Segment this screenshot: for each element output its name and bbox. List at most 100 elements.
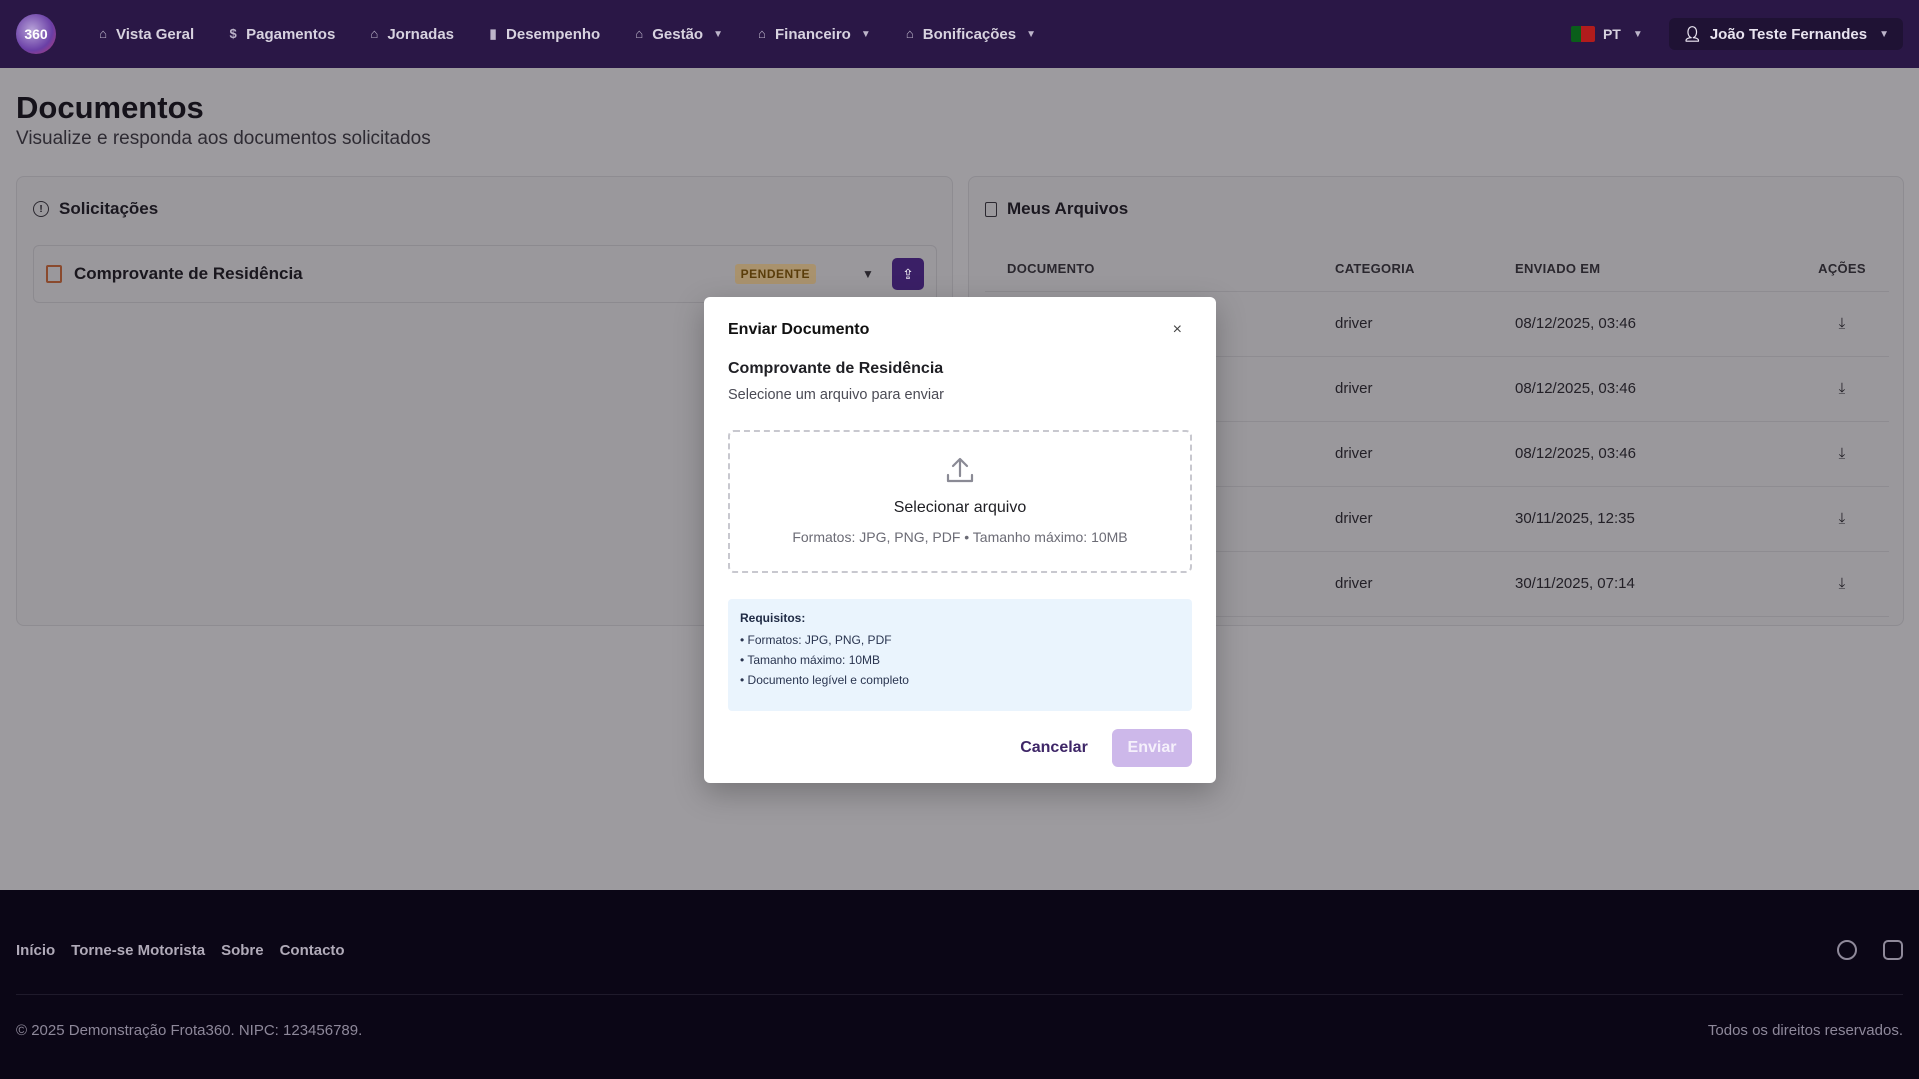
chevron-down-icon: ▼ — [1879, 28, 1889, 40]
download-icon[interactable]: ⤓ — [1795, 291, 1889, 357]
column-header-document: DOCUMENTO — [985, 247, 1335, 292]
top-navbar: 360 ⌂ Vista Geral $ Pagamentos ⌂ Jornada… — [0, 0, 1919, 68]
user-name: João Teste Fernandes — [1709, 25, 1868, 43]
nav-item-label: Financeiro — [774, 25, 851, 43]
dropzone-hint: Formatos: JPG, PNG, PDF • Tamanho máximo… — [792, 529, 1128, 545]
nav-item-bonificacoes[interactable]: ⌂ Bonificações ▼ — [887, 0, 1052, 68]
request-item-title: Comprovante de Residência — [74, 264, 303, 283]
home-icon: ⌂ — [758, 26, 766, 41]
requirement-item: • Documento legível e completo — [740, 673, 909, 687]
download-icon[interactable]: ⤓ — [1795, 486, 1889, 552]
dropzone-label: Selecionar arquivo — [893, 499, 1027, 516]
upload-icon — [945, 456, 975, 491]
language-label: PT — [1602, 26, 1621, 42]
user-menu-button[interactable]: 👤︎ João Teste Fernandes ▼ — [1668, 18, 1903, 50]
requirements-box: Requisitos: • Formatos: JPG, PNG, PDF • … — [728, 599, 1192, 711]
column-header-actions: AÇÕES — [1795, 247, 1889, 292]
footer-link-torne-se-motorista[interactable]: Torne-se Motorista — [71, 942, 205, 959]
chevron-down-icon: ▼ — [860, 28, 871, 40]
my-files-card-title: Meus Arquivos — [1007, 199, 1129, 218]
cell-sent-at: 30/11/2025, 12:35 — [1515, 486, 1795, 552]
copyright: © 2025 Demonstração Frota360. NIPC: 1234… — [16, 1022, 363, 1039]
nav-item-jornadas[interactable]: ⌂ Jornadas — [351, 0, 470, 68]
column-header-category: CATEGORIA — [1335, 247, 1515, 292]
requests-card-title: Solicitações — [59, 199, 159, 218]
nav-item-label: Bonificações — [922, 25, 1017, 43]
portugal-flag-icon — [1570, 26, 1595, 42]
file-icon — [985, 201, 997, 217]
footer-link-sobre[interactable]: Sobre — [221, 942, 264, 959]
modal-title: Enviar Documento — [728, 321, 870, 338]
my-files-card-header: Meus Arquivos — [969, 177, 1903, 241]
info-icon: ! — [33, 201, 49, 217]
cell-sent-at: 08/12/2025, 03:46 — [1515, 421, 1795, 487]
requirement-item: • Formatos: JPG, PNG, PDF — [740, 633, 892, 647]
home-icon: ⌂ — [905, 26, 914, 41]
cell-category: driver — [1335, 421, 1515, 487]
download-icon[interactable]: ⤓ — [1795, 551, 1889, 617]
download-icon[interactable]: ⤓ — [1795, 421, 1889, 487]
footer: Início Torne-se Motorista Sobre Contacto… — [0, 890, 1919, 1079]
nav-item-financeiro[interactable]: ⌂ Financeiro ▼ — [739, 0, 887, 68]
cell-category: driver — [1335, 291, 1515, 357]
table-header-row: DOCUMENTO CATEGORIA ENVIADO EM AÇÕES — [985, 247, 1889, 292]
cell-category: driver — [1335, 486, 1515, 552]
footer-links: Início Torne-se Motorista Sobre Contacto — [16, 942, 345, 959]
cell-sent-at: 30/11/2025, 07:14 — [1515, 551, 1795, 617]
requirement-item: • Tamanho máximo: 10MB — [740, 653, 881, 667]
logo-text: 360 — [24, 26, 48, 42]
download-icon[interactable]: ⤓ — [1795, 356, 1889, 422]
modal-document-name: Comprovante de Residência — [728, 360, 944, 377]
rights-reserved: Todos os direitos reservados. — [1707, 1022, 1903, 1039]
home-icon: ⌂ — [99, 26, 107, 41]
nav-item-label: Gestão — [652, 25, 704, 43]
expand-chevron-button[interactable]: ▼ — [856, 267, 880, 281]
user-icon: 👤︎ — [1682, 26, 1702, 43]
footer-divider — [16, 994, 1903, 995]
requests-card-header: ! Solicitações — [17, 177, 952, 241]
nav-item-label: Desempenho — [506, 25, 601, 43]
home-icon: ⌂ — [370, 26, 379, 41]
close-icon[interactable]: × — [1173, 321, 1182, 339]
file-dropzone[interactable]: Selecionar arquivo Formatos: JPG, PNG, P… — [728, 430, 1192, 573]
document-icon — [46, 265, 62, 283]
chevron-down-icon: ▼ — [1632, 28, 1643, 40]
nav-item-desempenho[interactable]: ▮ Desempenho — [470, 0, 616, 68]
dollar-icon: $ — [229, 26, 237, 41]
upload-document-modal: Enviar Documento × Comprovante de Residê… — [704, 297, 1216, 783]
footer-link-contacto[interactable]: Contacto — [280, 942, 345, 959]
nav-item-pagamentos[interactable]: $ Pagamentos — [210, 0, 351, 68]
nav-item-vista-geral[interactable]: ⌂ Vista Geral — [80, 0, 210, 68]
cancel-button[interactable]: Cancelar — [1008, 729, 1100, 767]
status-badge: PENDENTE — [734, 264, 816, 284]
main-nav: ⌂ Vista Geral $ Pagamentos ⌂ Jornadas ▮ … — [80, 0, 1052, 68]
request-item[interactable]: Comprovante de Residência PENDENTE ▼ ⇪ — [33, 245, 937, 303]
social-links — [1837, 940, 1903, 960]
upload-button[interactable]: ⇪ — [892, 258, 924, 290]
submit-button[interactable]: Enviar — [1112, 729, 1192, 767]
chevron-down-icon: ▼ — [1026, 28, 1037, 40]
nav-item-label: Pagamentos — [246, 25, 336, 43]
nav-right-tools: PT ▼ 👤︎ João Teste Fernandes ▼ — [1561, 18, 1903, 50]
requirements-title: Requisitos: — [740, 611, 806, 625]
page-title: Documentos — [16, 90, 204, 125]
upload-icon: ⇪ — [902, 265, 914, 282]
nav-item-gestao[interactable]: ⌂ Gestão ▼ — [616, 0, 739, 68]
language-selector[interactable]: PT ▼ — [1561, 18, 1653, 50]
facebook-icon[interactable] — [1837, 940, 1857, 960]
footer-link-inicio[interactable]: Início — [16, 942, 55, 959]
chevron-down-icon: ▼ — [713, 28, 723, 40]
cell-sent-at: 08/12/2025, 03:46 — [1515, 356, 1795, 422]
page-subtitle: Visualize e responda aos documentos soli… — [16, 128, 431, 149]
instagram-icon[interactable] — [1883, 940, 1903, 960]
cell-category: driver — [1335, 356, 1515, 422]
cell-sent-at: 08/12/2025, 03:46 — [1515, 291, 1795, 357]
home-icon: ⌂ — [635, 26, 644, 41]
nav-item-label: Vista Geral — [116, 25, 195, 43]
cell-category: driver — [1335, 551, 1515, 617]
bar-chart-icon: ▮ — [489, 26, 497, 41]
modal-subtitle: Selecione um arquivo para enviar — [728, 387, 945, 403]
column-header-sent-at: ENVIADO EM — [1515, 247, 1795, 292]
logo[interactable]: 360 — [16, 14, 56, 54]
nav-item-label: Jornadas — [387, 25, 455, 43]
